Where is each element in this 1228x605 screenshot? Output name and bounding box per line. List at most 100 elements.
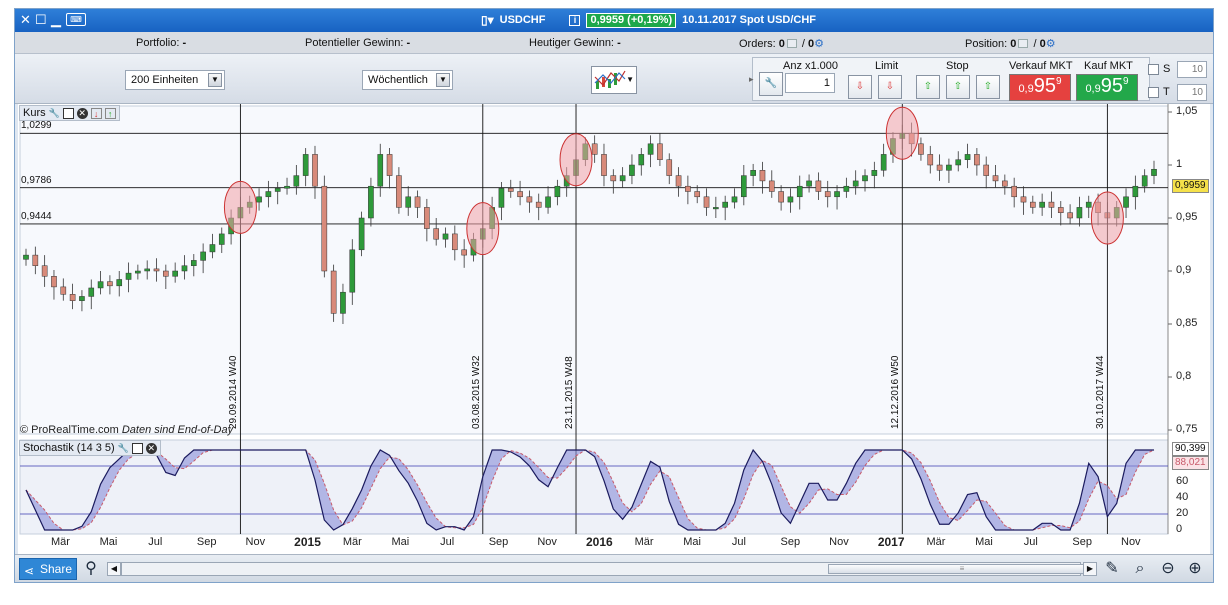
candle-body: [41, 265, 48, 277]
wrench-icon[interactable]: 🔧: [118, 443, 129, 454]
candle-body: [60, 286, 67, 295]
wrench-icon[interactable]: 🔧: [49, 108, 60, 119]
stoch-tick-label: 60: [1176, 475, 1189, 487]
time-axis-label: Sep: [780, 536, 801, 548]
candle-body: [619, 175, 626, 182]
drawing-tool-icon[interactable]: ✎: [1102, 559, 1122, 579]
limit-sell-icon[interactable]: ⇩: [878, 75, 902, 99]
candle-body: [340, 291, 346, 314]
time-axis-label: Mai: [391, 536, 410, 548]
target-checkbox[interactable]: [1148, 87, 1159, 98]
position-list-icon[interactable]: [1018, 39, 1029, 48]
stoch-k-value-tag: 90,399: [1172, 442, 1209, 456]
price-badge: 0,9959 (+0,19%): [586, 12, 677, 28]
candle-body: [778, 191, 784, 203]
candle-body: [601, 154, 607, 176]
target-checkbox-label: T: [1163, 86, 1170, 98]
arrow-up-icon[interactable]: ↑: [104, 107, 116, 119]
price-panel-bg: [19, 105, 1169, 435]
candle-body: [750, 170, 756, 176]
candle-body: [107, 281, 113, 287]
candle-body: [1132, 185, 1139, 198]
candle-body: [135, 270, 141, 274]
keyboard-icon[interactable]: ⌨: [66, 13, 86, 26]
orders-list-icon[interactable]: [786, 39, 797, 48]
info-icon[interactable]: i: [569, 14, 581, 26]
units-select[interactable]: 200 Einheiten ▼: [125, 70, 225, 90]
candle-body: [936, 164, 943, 171]
window-icon[interactable]: [131, 442, 143, 454]
candle-body: [293, 175, 300, 187]
zoom-out-icon[interactable]: ⊖: [1158, 559, 1178, 579]
candle-body: [554, 185, 561, 198]
vertical-marker-label: 23.11.2015 W48: [564, 356, 576, 429]
horizontal-level-label: 0,9786: [21, 174, 52, 186]
time-axis-label: Nov: [829, 536, 849, 548]
stop-sell-icon[interactable]: ⇧: [946, 75, 970, 99]
candle-body: [1057, 207, 1064, 213]
stop-buy-icon[interactable]: ⇧: [916, 75, 940, 99]
stop-limit-icon[interactable]: ⇧: [976, 75, 1000, 99]
panel-collapse-icon[interactable]: ▸: [749, 74, 754, 85]
window-icon[interactable]: [62, 107, 74, 119]
instrument-icon[interactable]: ▯▾: [481, 13, 494, 27]
arrow-down-icon[interactable]: ↓: [90, 107, 102, 119]
scroll-right-arrow[interactable]: ▶: [1083, 562, 1097, 576]
time-axis-label: Mär: [634, 536, 654, 548]
candle-body: [172, 270, 178, 277]
time-axis-label: 2015: [294, 535, 321, 549]
minimize-icon[interactable]: ▁: [51, 12, 61, 28]
candle-body: [377, 154, 384, 187]
chevron-down-icon: ▼: [626, 75, 634, 84]
scrollbar-thumb[interactable]: ≡: [828, 564, 1096, 574]
stoch-tick-label: 0: [1176, 523, 1183, 535]
stoch-tick-label: 20: [1176, 507, 1189, 519]
stop-value-input[interactable]: 10: [1177, 61, 1207, 78]
candle-body: [97, 281, 104, 289]
candle-body: [638, 154, 645, 166]
candle-body: [312, 154, 318, 187]
indicator-button[interactable]: ▼: [591, 66, 637, 94]
position-settings-icon[interactable]: ⚙: [1046, 37, 1056, 50]
time-axis-label: Mai: [683, 536, 701, 548]
zoom-in-icon[interactable]: ⊕: [1185, 559, 1205, 579]
stop-checkbox[interactable]: [1148, 64, 1159, 75]
close-icon[interactable]: ✕: [20, 12, 31, 28]
sell-market-button[interactable]: 0,9959: [1009, 74, 1071, 101]
candle-body: [256, 196, 262, 203]
limit-buy-icon[interactable]: ⇩: [848, 75, 872, 99]
stoch-d-value-tag: 88,021: [1172, 456, 1209, 470]
candle-body: [946, 164, 952, 171]
buy-market-button[interactable]: 0,9959: [1076, 74, 1138, 101]
close-icon[interactable]: ✕: [76, 107, 88, 119]
candle-body: [396, 175, 402, 208]
copyright-text: © ProRealTime.com Daten sind End-of-Day: [20, 424, 234, 436]
price-panel-label: Kurs 🔧 ✕ ↓ ↑: [19, 105, 120, 121]
candle-body: [974, 154, 980, 166]
share-button[interactable]: ⋖ Share: [19, 558, 77, 580]
candle-body: [824, 191, 831, 198]
candle-body: [647, 143, 654, 155]
vertical-marker-label: 30.10.2017 W44: [1095, 355, 1107, 429]
candle-body: [330, 270, 337, 314]
candle-body: [284, 185, 290, 189]
candle-body: [610, 175, 617, 182]
zoom-fit-icon[interactable]: ⌕: [1130, 559, 1150, 579]
candle-type-icon[interactable]: ⚲: [81, 559, 101, 579]
scroll-left-arrow[interactable]: ◀: [107, 562, 121, 576]
close-icon[interactable]: ✕: [145, 442, 157, 454]
orders-settings-icon[interactable]: ⚙: [814, 37, 824, 50]
wrench-icon[interactable]: 🔧: [759, 72, 783, 96]
chart-scrollbar[interactable]: ≡: [121, 562, 1096, 576]
period-select[interactable]: Wöchentlich ▼: [362, 70, 453, 90]
chart-area[interactable]: Kurs 🔧 ✕ ↓ ↑ © ProRealTime.com Daten sin…: [18, 104, 1210, 554]
price-tick-label: 0,9: [1176, 264, 1192, 276]
candle-body: [32, 254, 39, 266]
quantity-input[interactable]: 1: [785, 73, 835, 93]
candle-body: [1076, 207, 1083, 219]
candle-body: [1123, 196, 1129, 208]
candle-body: [526, 196, 533, 203]
maximize-icon[interactable]: ☐: [35, 12, 47, 28]
target-value-input[interactable]: 10: [1177, 84, 1207, 101]
chart-canvas[interactable]: [18, 104, 1210, 554]
